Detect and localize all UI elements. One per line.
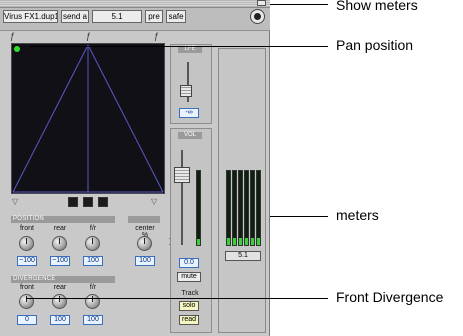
power-icon[interactable] [250, 9, 265, 24]
solo-button[interactable]: solo [179, 301, 199, 311]
pan-mark-right: ƒ [154, 31, 160, 41]
right-marker-icon: ▽ [151, 197, 158, 206]
pan-position-dot[interactable] [14, 46, 20, 52]
show-meters-button[interactable] [257, 0, 266, 6]
divergence-rear-label: rear [53, 284, 67, 291]
track-label: Track [181, 290, 199, 297]
mode-dot-button[interactable] [68, 197, 78, 207]
position-front-value[interactable]: −100 [17, 256, 37, 266]
pan-slider-bar: ƒ ƒ ƒ [8, 32, 168, 42]
pan-mark-center: ƒ [86, 31, 92, 41]
callout-line-pan-position [30, 46, 328, 47]
left-marker-icon: ▽ [12, 197, 19, 206]
position-rear-value[interactable]: −100 [50, 256, 70, 266]
volume-fader[interactable] [174, 167, 190, 183]
callout-show-meters: Show meters [336, 0, 418, 13]
divergence-front-label: front [19, 284, 34, 291]
pre-button[interactable]: pre [145, 10, 163, 23]
divergence-section-title: DIVERGENCE [11, 276, 115, 283]
meter-channel-1 [226, 170, 231, 246]
meter-channel-3 [238, 170, 243, 246]
meter-format-label: 5.1 [225, 251, 261, 261]
position-fr-value[interactable]: 100 [83, 256, 103, 266]
meter-channel-2 [232, 170, 237, 246]
output-window: Virus FX1.dup1 send a 5.1 pre safe ƒ ƒ ƒ… [0, 0, 270, 336]
safe-button[interactable]: safe [166, 10, 186, 23]
mode-line-button[interactable] [98, 197, 108, 207]
output-path-selector[interactable]: 5.1 [92, 10, 142, 23]
pan-position-field[interactable] [11, 43, 165, 194]
lfe-value[interactable]: -∞ [179, 108, 199, 118]
center-section-bar [128, 216, 160, 223]
pan-mark-left: ƒ [10, 31, 16, 41]
divergence-rear-value[interactable]: 100 [50, 315, 70, 325]
mute-button[interactable]: mute [177, 272, 201, 282]
window-titlebar[interactable] [0, 0, 270, 8]
mode-square-button[interactable] [83, 197, 93, 207]
track-name-button[interactable]: Virus FX1.dup1 [3, 10, 58, 23]
position-rear-label: rear [53, 225, 67, 232]
divergence-fr-value[interactable]: 100 [83, 315, 103, 325]
divergence-fr-label: f/r [89, 284, 97, 291]
pan-grid [12, 44, 164, 193]
automation-read-button[interactable]: read [179, 315, 199, 325]
callout-front-divergence: Front Divergence [336, 289, 444, 305]
send-selector[interactable]: send a [61, 10, 89, 23]
lfe-label: LFE [178, 46, 202, 53]
callout-line-meters [270, 216, 328, 217]
divergence-rear-knob[interactable] [52, 294, 67, 309]
position-front-label: front [19, 225, 34, 232]
meter-channel-4 [244, 170, 249, 246]
volume-meter [196, 170, 201, 246]
position-fr-knob[interactable] [85, 236, 100, 251]
volume-value[interactable]: 0.0 [179, 258, 199, 268]
divergence-front-value[interactable]: 0 [17, 315, 37, 325]
lfe-fader[interactable] [180, 85, 192, 97]
position-fr-label: f/r [89, 225, 97, 232]
meter-channel-6 [256, 170, 261, 246]
position-section-title: POSITION [11, 216, 115, 223]
callout-meters: meters [336, 207, 379, 223]
volume-fader-track [181, 150, 183, 245]
callout-pan-position: Pan position [336, 37, 414, 53]
divergence-fr-knob[interactable] [85, 294, 100, 309]
center-percent-knob[interactable] [137, 236, 152, 251]
divergence-front-knob[interactable] [19, 294, 34, 309]
position-front-knob[interactable] [19, 236, 34, 251]
meter-channel-5 [250, 170, 255, 246]
volume-label: VOL [178, 132, 202, 139]
callout-line-show-meters [270, 4, 328, 5]
position-rear-knob[interactable] [52, 236, 67, 251]
center-percent-value[interactable]: 100 [135, 256, 155, 266]
callout-line-front-divergence [26, 298, 328, 299]
